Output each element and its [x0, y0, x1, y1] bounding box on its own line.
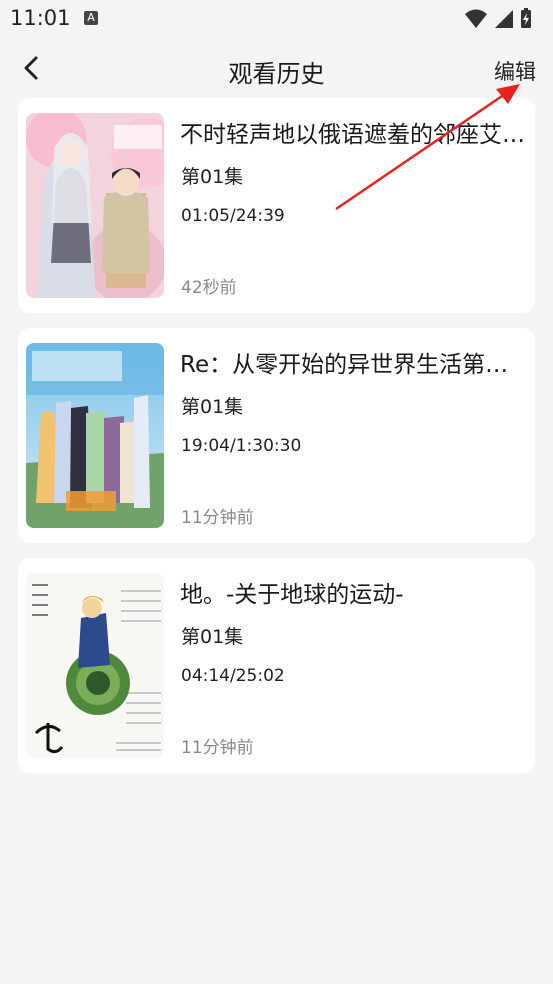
battery-charging-icon: [521, 8, 531, 28]
history-list: 不时轻声地以俄语遮羞的邻座艾莉同学 第01集 01:05/24:39 42秒前: [18, 98, 535, 788]
item-title: Re：从零开始的异世界生活第三季: [180, 352, 525, 378]
item-episode: 第01集: [181, 626, 244, 648]
item-watched-ago: 11分钟前: [181, 738, 254, 758]
item-progress: 19:04/1:30:30: [181, 436, 302, 456]
item-progress: 01:05/24:39: [181, 206, 285, 226]
thumbnail-alya: [26, 113, 164, 298]
history-item[interactable]: 不时轻声地以俄语遮羞的邻座艾莉同学 第01集 01:05/24:39 42秒前: [18, 98, 535, 313]
signal-icon: [495, 10, 513, 28]
thumbnail-chi: [26, 573, 164, 758]
item-watched-ago: 11分钟前: [181, 508, 254, 528]
item-progress: 04:14/25:02: [181, 666, 285, 686]
history-item[interactable]: 地。-关于地球的运动- 第01集 04:14/25:02 11分钟前: [18, 558, 535, 773]
item-title: 不时轻声地以俄语遮羞的邻座艾莉同学: [180, 122, 525, 148]
history-item[interactable]: Re：从零开始的异世界生活第三季 第01集 19:04/1:30:30 11分钟…: [18, 328, 535, 543]
status-icons: [463, 7, 543, 35]
item-title: 地。-关于地球的运动-: [180, 582, 404, 608]
status-time: 11:01: [10, 6, 71, 30]
header: 观看历史 编辑: [0, 44, 553, 94]
item-episode: 第01集: [181, 396, 244, 418]
item-episode: 第01集: [181, 166, 244, 188]
status-bar: 11:01 A: [0, 0, 553, 40]
item-watched-ago: 42秒前: [181, 278, 237, 298]
thumbnail-rezero: [26, 343, 164, 528]
notification-icon: A: [84, 11, 98, 25]
page-title: 观看历史: [228, 60, 325, 88]
edit-button[interactable]: 编辑: [494, 56, 536, 86]
wifi-icon: [465, 9, 487, 28]
